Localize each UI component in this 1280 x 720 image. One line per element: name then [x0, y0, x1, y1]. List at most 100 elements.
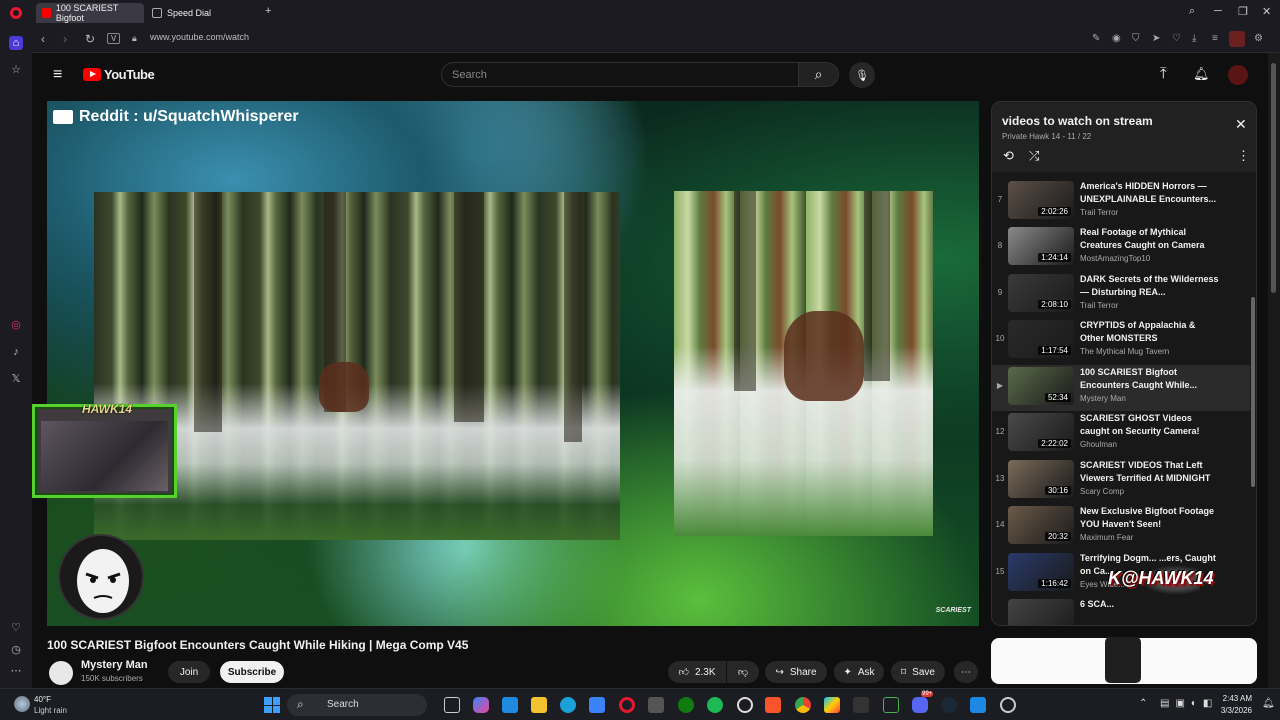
playlist-item[interactable]: 9 2:08:10 DARK Secrets of the Wilderness —… — [992, 272, 1250, 318]
playlist-item-title[interactable]: America's HIDDEN Horrors — UNEXPLAINABLE… — [1080, 180, 1220, 206]
home-icon[interactable]: ⌂ — [9, 36, 23, 50]
notifications-bell-icon[interactable]: 🔔︎ — [1193, 66, 1210, 82]
channel-avatar[interactable] — [49, 661, 73, 685]
playlist-scrollbar[interactable] — [1250, 172, 1256, 625]
excel-icon[interactable] — [883, 697, 899, 713]
playlist-item-thumbnail[interactable]: 2:22:02 — [1008, 413, 1074, 451]
reload-icon[interactable]: ↻ — [85, 32, 95, 46]
app-icon[interactable] — [648, 697, 664, 713]
vpn-badge[interactable]: V — [107, 33, 121, 44]
network-app-icon[interactable] — [853, 697, 869, 713]
chrome-icon[interactable] — [795, 697, 811, 713]
playlist-item[interactable]: 14 20:32 New Exclusive Bigfoot Footage YOU… — [992, 504, 1250, 550]
menu-icon[interactable]: ≡ — [1212, 33, 1218, 44]
playlist-item-thumbnail[interactable]: 2:08:10 — [1008, 273, 1074, 312]
taskbar-search[interactable]: ⌕ Search — [287, 694, 427, 716]
history-icon[interactable]: ◷ — [9, 643, 23, 657]
join-button[interactable]: Join — [168, 661, 210, 683]
opera-icon[interactable] — [619, 697, 635, 713]
ask-button[interactable]: ✦ Ask — [834, 661, 884, 683]
settings-icon[interactable] — [737, 697, 753, 713]
playlist-item-title[interactable]: New Exclusive Bigfoot Footage YOU Haven'… — [1080, 505, 1220, 531]
tab-speed-dial[interactable]: Speed Dial — [146, 3, 256, 23]
store-icon[interactable] — [502, 697, 518, 713]
save-button[interactable]: ⌑ Save — [891, 661, 945, 683]
tiktok-icon[interactable]: ♪ — [9, 345, 23, 359]
maximize-button[interactable]: ❐ — [1238, 5, 1248, 18]
brave-icon[interactable] — [765, 697, 781, 713]
copilot-icon[interactable] — [473, 697, 489, 713]
playlist-item[interactable]: 7 2:02:26 America's HIDDEN Horrors — UNEXP… — [992, 179, 1250, 225]
channel-name[interactable]: Mystery Man — [81, 659, 148, 671]
new-tab-button[interactable]: + — [265, 5, 271, 17]
subscribe-button[interactable]: Subscribe — [220, 661, 284, 683]
playlist-item-thumbnail[interactable]: 20:32 — [1008, 506, 1074, 544]
playlist-item[interactable]: 8 1:24:14 Real Footage of Mythical Creatur… — [992, 225, 1250, 271]
playlist-item[interactable]: ▶ 52:34 100 SCARIEST Bigfoot Encounters Ca… — [992, 364, 1250, 411]
voice-search-button[interactable]: 🎙︎ — [849, 62, 875, 88]
spotify-icon[interactable] — [707, 697, 723, 713]
playlist-item-title[interactable]: CRYPTIDS of Appalachia & Other MONSTERS — [1080, 319, 1220, 345]
close-icon[interactable]: ✕ — [1235, 116, 1247, 133]
more-actions-button[interactable]: ⋯ — [954, 661, 978, 683]
playlist-item-thumbnail[interactable] — [1008, 599, 1074, 625]
back-icon[interactable]: ‹ — [41, 32, 45, 46]
playlist-item-title[interactable]: SCARIEST GHOST Videos caught on Security… — [1080, 412, 1220, 438]
x-twitter-icon[interactable]: 𝕏 — [9, 372, 23, 386]
weather-desc[interactable]: Light rain — [34, 706, 67, 715]
edit-icon[interactable]: ✎ — [1092, 33, 1100, 44]
task-view-icon[interactable] — [444, 697, 460, 713]
video-player[interactable]: Reddit : u/SquatchWhisperer SCARIEST — [47, 101, 979, 626]
clock-time[interactable]: 2:43 AM — [1222, 694, 1252, 703]
windows-start-icon[interactable] — [264, 697, 280, 713]
playlist-item-thumbnail[interactable]: 52:34 — [1008, 366, 1074, 405]
playlist-item-thumbnail[interactable]: 1:16:42 — [1008, 552, 1074, 591]
playlist-item-thumbnail[interactable]: 1:17:54 — [1008, 320, 1074, 358]
weather-temp[interactable]: 40°F — [34, 695, 51, 704]
edge-icon[interactable] — [560, 697, 576, 713]
search-input[interactable]: Search — [441, 62, 799, 87]
page-scrollbar[interactable] — [1268, 53, 1280, 688]
bookmarks-icon[interactable]: ☆ — [9, 63, 23, 77]
minimize-button[interactable]: ─ — [1214, 5, 1222, 17]
playlist-item[interactable]: 10 1:17:54 CRYPTIDS of Appalachia & Other … — [992, 318, 1250, 364]
playlist-item-title[interactable]: SCARIEST VIDEOS That Left Viewers Terrif… — [1080, 459, 1220, 485]
play-store-icon[interactable] — [824, 697, 840, 713]
clock-date[interactable]: 3/3/2026 — [1207, 706, 1252, 715]
forward-icon[interactable]: › — [63, 32, 67, 46]
instagram-icon[interactable]: ◎ — [9, 318, 23, 332]
xbox-icon[interactable] — [678, 697, 694, 713]
playlist-item-title[interactable]: 6 SCA... — [1080, 598, 1220, 611]
calendar-icon[interactable] — [589, 697, 605, 713]
search-button[interactable]: ⌕ — [799, 62, 839, 87]
opera-logo-icon[interactable] — [10, 7, 22, 19]
share-button[interactable]: ↪ Share — [765, 661, 827, 683]
playlist-item[interactable]: 2:02:15Trail Terror — [992, 172, 1250, 178]
more-icon[interactable]: ⋯ — [9, 664, 23, 678]
playlist-item-title[interactable]: 100 SCARIEST Bigfoot Encounters Caught W… — [1080, 366, 1220, 392]
loop-icon[interactable]: ⟲ — [1003, 148, 1014, 164]
playlist-menu-icon[interactable]: ⋮ — [1237, 148, 1250, 164]
close-window-button[interactable]: ✕ — [1262, 5, 1271, 18]
shuffle-icon[interactable]: ⤮ — [1029, 148, 1039, 164]
discord-icon[interactable]: 99+ — [912, 691, 934, 713]
camera-icon[interactable]: ◉ — [1112, 33, 1121, 44]
upload-icon[interactable]: ⤒ — [1160, 65, 1167, 82]
obs-icon[interactable] — [1000, 697, 1016, 713]
download-icon[interactable]: ⤓ — [1192, 33, 1196, 44]
heart-icon[interactable]: ♡ — [9, 621, 23, 635]
steam-icon[interactable] — [941, 697, 957, 713]
dislike-button[interactable]: 👎︎ — [727, 661, 759, 683]
shield-icon[interactable]: ⛉ — [1132, 33, 1140, 44]
playlist-item-thumbnail[interactable]: 30:16 — [1008, 459, 1074, 498]
favorite-icon[interactable]: ♡ — [1172, 33, 1181, 44]
app-blue-icon[interactable] — [970, 697, 986, 713]
playlist-item[interactable]: 13 30:16 SCARIEST VIDEOS That Left Viewers… — [992, 458, 1250, 504]
playlist-item-title[interactable]: DARK Secrets of the Wilderness — Disturb… — [1080, 273, 1220, 299]
send-icon[interactable]: ➤ — [1152, 33, 1160, 44]
playlist-item[interactable]: 6 SCA... — [992, 597, 1250, 625]
playlist-item-title[interactable]: Real Footage of Mythical Creatures Caugh… — [1080, 226, 1220, 252]
settings-icon[interactable]: ⚙ — [1254, 33, 1263, 44]
tray-chevron-icon[interactable]: ⌃ — [1139, 698, 1147, 709]
url-text[interactable]: www.youtube.com/watch — [150, 32, 249, 42]
